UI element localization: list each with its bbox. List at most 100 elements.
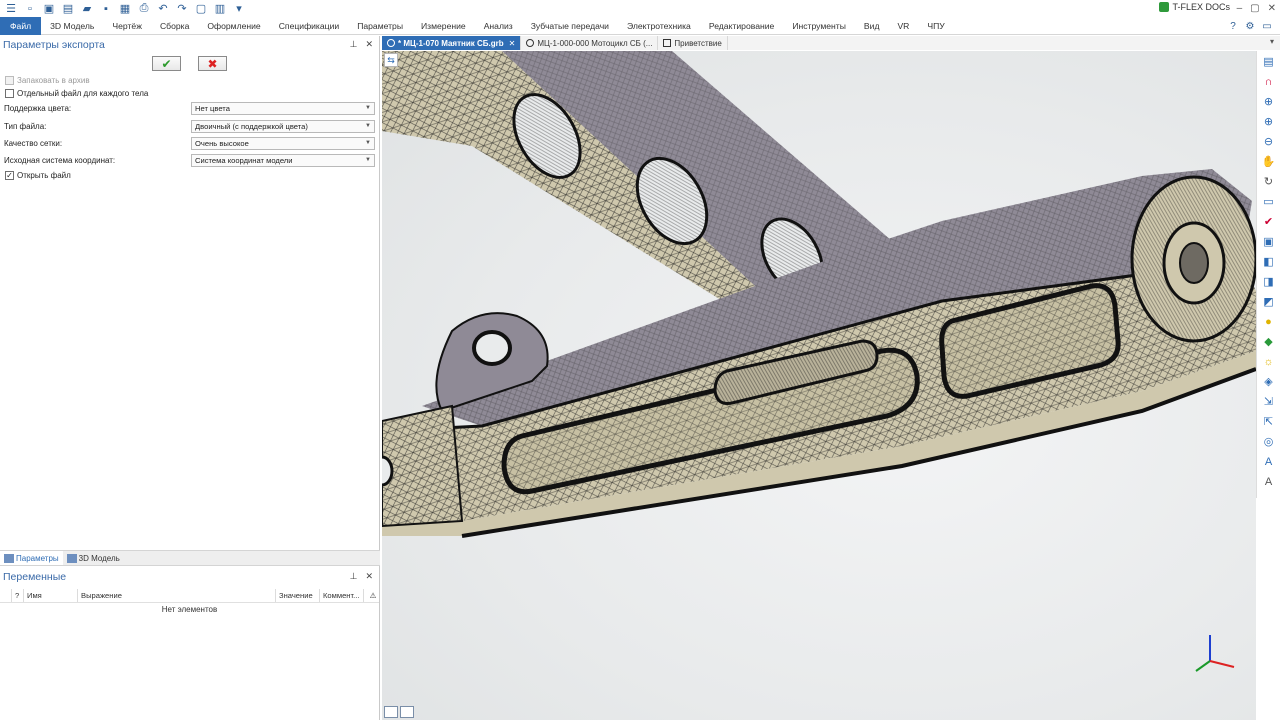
zoom-out-icon[interactable]: ⊖ — [1260, 133, 1277, 150]
section-icon[interactable]: ▭ — [1260, 193, 1277, 210]
view-iso-icon[interactable]: ◩ — [1260, 293, 1277, 310]
text-a2-icon[interactable]: A — [1260, 473, 1277, 490]
column-expression[interactable]: Выражение — [78, 589, 276, 602]
export-panel-title: Параметры экспорта — [3, 39, 105, 51]
new-doc-icon[interactable]: ▣ — [41, 2, 57, 16]
help-icon[interactable]: ? — [1226, 19, 1240, 33]
menu-view[interactable]: Вид — [855, 17, 889, 35]
tab-parameters[interactable]: Параметры — [0, 551, 63, 565]
view-cube-icon[interactable]: ▣ — [1260, 233, 1277, 250]
column-comment[interactable]: Коммент... — [320, 589, 364, 602]
menu-electrical[interactable]: Электротехника — [618, 17, 700, 35]
source-cs-select[interactable]: Система координат модели ▼ — [191, 154, 375, 167]
tab-document-pendulum-label: * МЦ-1-070 Маятник СБ.grb — [398, 38, 504, 48]
view-mode-icon[interactable]: ⇆ — [384, 53, 398, 67]
menu-3d-model[interactable]: 3D Модель — [41, 17, 103, 35]
mesh-quality-value: Очень высокое — [195, 139, 249, 148]
save-icon[interactable]: ▪ — [98, 2, 114, 16]
tflex-docs-button[interactable]: T-FLEX DOCs — [1159, 2, 1230, 12]
magnet-icon[interactable]: ∩ — [1260, 73, 1277, 90]
file-icon — [387, 39, 395, 47]
column-flag[interactable]: ? — [12, 589, 24, 602]
redo-icon[interactable]: ↷ — [174, 2, 190, 16]
view-front-icon[interactable]: ◧ — [1260, 253, 1277, 270]
tab-document-motorcycle-label: МЦ-1-000-000 Мотоцикл СБ (... — [537, 38, 653, 48]
panel-close-icon[interactable]: ✕ — [365, 39, 373, 50]
pin-icon[interactable]: ⊥ — [350, 571, 358, 582]
zoom-fit-icon[interactable]: ⊕ — [1260, 93, 1277, 110]
menu-file[interactable]: Файл — [0, 16, 42, 35]
layout-single-icon[interactable] — [384, 706, 398, 718]
menu-bar: Файл 3D Модель Чертёж Сборка Оформление … — [0, 16, 1280, 35]
menu-assembly[interactable]: Сборка — [151, 17, 198, 35]
chart-icon[interactable]: ▥ — [212, 2, 228, 16]
column-value[interactable]: Значение — [276, 589, 320, 602]
settings-icon[interactable]: ⚙ — [1243, 19, 1257, 33]
open-icon[interactable]: ▤ — [60, 2, 76, 16]
menu-tools[interactable]: Инструменты — [783, 17, 855, 35]
separate-file-checkbox[interactable]: Отдельный файл для каждого тела — [5, 89, 148, 98]
tabs-menu-icon[interactable]: ▾ — [1270, 37, 1274, 46]
app-menu-icon[interactable]: ☰ — [3, 2, 19, 16]
document-icon[interactable]: ▢ — [193, 2, 209, 16]
maximize-icon[interactable]: ▢ — [1250, 3, 1259, 14]
tab-close-icon[interactable]: ✕ — [509, 39, 516, 48]
tab-parameters-label: Параметры — [16, 553, 59, 563]
pin-icon[interactable]: ⊥ — [350, 39, 358, 50]
panel-close-icon[interactable]: ✕ — [365, 571, 373, 582]
pack-archive-checkbox[interactable]: Запаковать в архив — [5, 76, 90, 85]
zoom-in-icon[interactable]: ⊕ — [1260, 113, 1277, 130]
menu-measure[interactable]: Измерение — [412, 17, 475, 35]
menu-vr[interactable]: VR — [888, 17, 918, 35]
file-type-label: Тип файла: — [4, 122, 47, 131]
save-all-icon[interactable]: ▦ — [117, 2, 133, 16]
tab-welcome[interactable]: Приветствие — [658, 36, 728, 50]
pan-icon[interactable]: ✋ — [1260, 153, 1277, 170]
table-icon[interactable]: ▤ — [1260, 53, 1277, 70]
separate-file-label: Отдельный файл для каждого тела — [17, 89, 149, 98]
view-top-icon[interactable]: ◨ — [1260, 273, 1277, 290]
rotate-icon[interactable]: ↻ — [1260, 173, 1277, 190]
print-icon[interactable]: ⎙ — [136, 2, 152, 16]
tab-document-pendulum[interactable]: * МЦ-1-070 Маятник СБ.grb ✕ — [382, 36, 522, 50]
menu-formatting[interactable]: Оформление — [198, 17, 269, 35]
menu-editing[interactable]: Редактирование — [700, 17, 783, 35]
menu-gears[interactable]: Зубчатые передачи — [522, 17, 618, 35]
close-icon[interactable]: ✕ — [1268, 3, 1276, 14]
layout-icon[interactable]: ▭ — [1260, 19, 1274, 33]
cancel-button[interactable]: ✖ — [198, 56, 227, 71]
undo-icon[interactable]: ↶ — [155, 2, 171, 16]
minimize-icon[interactable]: – — [1237, 3, 1243, 14]
mesh-quality-select[interactable]: Очень высокое ▼ — [191, 137, 375, 150]
folder-icon[interactable]: ▰ — [79, 2, 95, 16]
viewport-layout-buttons — [384, 706, 414, 718]
model-tab-icon — [66, 553, 77, 563]
menu-analysis[interactable]: Анализ — [475, 17, 522, 35]
menu-specifications[interactable]: Спецификации — [270, 17, 348, 35]
layout-split-icon[interactable] — [400, 706, 414, 718]
pack-archive-label: Запаковать в архив — [17, 76, 90, 85]
color-sphere-icon[interactable]: ● — [1260, 313, 1277, 330]
render-icon[interactable]: ◈ — [1260, 373, 1277, 390]
camera-icon[interactable]: ◎ — [1260, 433, 1277, 450]
dropdown-icon[interactable]: ▾ — [231, 2, 247, 16]
open-file-checkbox[interactable]: ✓ Открыть файл — [5, 171, 71, 180]
column-handle[interactable] — [0, 589, 12, 602]
file-type-select[interactable]: Двоичный (с поддержкой цвета) ▼ — [191, 120, 375, 133]
shade-icon[interactable]: ◆ — [1260, 333, 1277, 350]
menu-drawing[interactable]: Чертёж — [103, 17, 151, 35]
menu-cnc[interactable]: ЧПУ — [918, 17, 953, 35]
ok-button[interactable]: ✔ — [152, 56, 181, 71]
tab-3d-model[interactable]: 3D Модель — [63, 551, 124, 565]
light-icon[interactable]: ☼ — [1260, 353, 1277, 370]
color-support-select[interactable]: Нет цвета ▼ — [191, 102, 375, 115]
measure-icon[interactable]: ⇲ — [1260, 393, 1277, 410]
dimension-icon[interactable]: ⇱ — [1260, 413, 1277, 430]
column-name[interactable]: Имя — [24, 589, 78, 602]
new-file-icon[interactable]: ▫ — [22, 2, 38, 16]
text-a-icon[interactable]: A — [1260, 453, 1277, 470]
3d-viewport[interactable]: ⇆ — [382, 51, 1256, 720]
menu-parameters[interactable]: Параметры — [348, 17, 412, 35]
tab-document-motorcycle[interactable]: МЦ-1-000-000 Мотоцикл СБ (... — [521, 36, 659, 50]
tick-icon[interactable]: ✔ — [1260, 213, 1277, 230]
